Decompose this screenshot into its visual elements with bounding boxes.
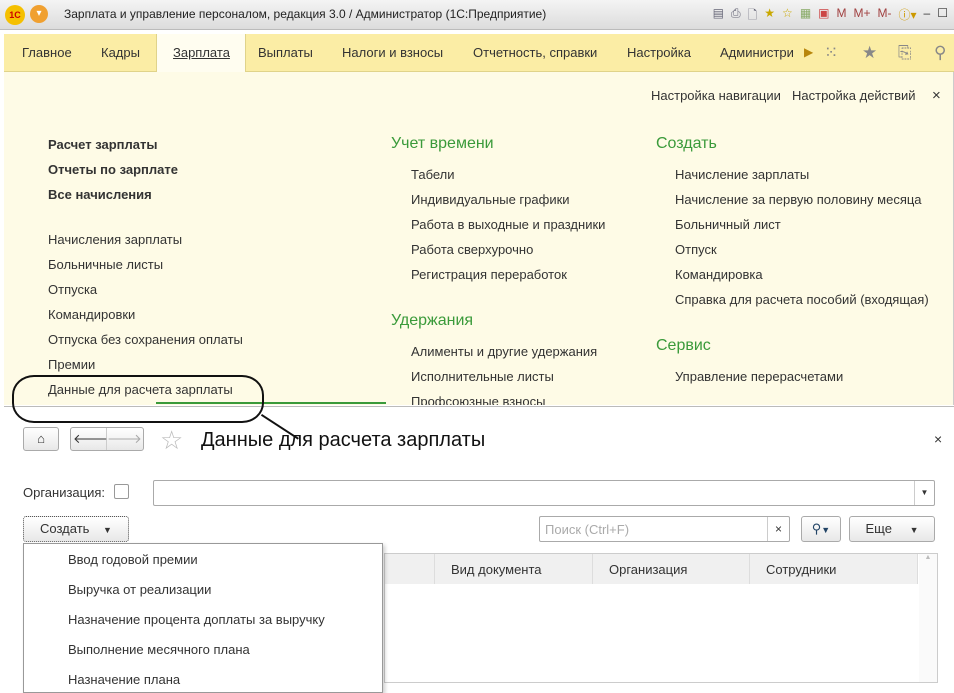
form-title: Данные для расчета зарплаты <box>201 429 486 451</box>
close-panel-icon[interactable]: × <box>932 87 941 104</box>
column-header-doc-type[interactable]: Вид документа <box>435 554 593 584</box>
link-bonuses[interactable]: Премии <box>48 357 95 372</box>
menu-item-payments[interactable]: Выплаты <box>258 45 313 60</box>
nav-settings-link[interactable]: Настройка навигации <box>651 88 781 103</box>
create-menu-item[interactable]: Назначение плана <box>68 672 180 687</box>
1c-logo: 1С <box>5 5 25 25</box>
menu-item-main[interactable]: Главное <box>22 45 72 60</box>
link-overtime[interactable]: Работа сверхурочно <box>411 242 533 257</box>
search-placeholder: Поиск (Ctrl+F) <box>545 522 630 537</box>
forward-button[interactable]: 🡒 <box>107 428 142 450</box>
close-form-icon[interactable]: × <box>934 431 942 447</box>
documents-table: Вид документа Организация Сотрудники ▲ <box>384 553 938 683</box>
create-heading: Создать <box>656 135 717 152</box>
link-accruals[interactable]: Начисления зарплаты <box>48 232 182 247</box>
column-header-employees[interactable]: Сотрудники <box>750 554 918 584</box>
list-form: ⌂ 🡐🡒 ☆ Данные для расчета зарплаты × Орг… <box>4 406 954 693</box>
link-create-half-month[interactable]: Начисление за первую половину месяца <box>675 192 922 207</box>
memory-mplus-button[interactable]: M+ <box>854 6 871 27</box>
menu-item-salary[interactable]: Зарплата <box>156 34 246 72</box>
print-icon[interactable]: ⎙ <box>731 6 741 27</box>
search-clear-button[interactable]: × <box>767 517 789 541</box>
save-icon[interactable]: ▤ <box>713 6 724 27</box>
link-sick-leaves[interactable]: Больничные листы <box>48 257 163 272</box>
all-functions-icon[interactable]: ⁙ <box>824 43 838 63</box>
link-schedules[interactable]: Индивидуальные графики <box>411 192 570 207</box>
memory-m-button[interactable]: M <box>837 6 847 27</box>
link-unpaid-leaves[interactable]: Отпуска без сохранения оплаты <box>48 332 243 347</box>
title-bar: 1С ▾ Зарплата и управление персоналом, р… <box>0 0 954 30</box>
more-button[interactable]: Еще ▼ <box>849 516 935 542</box>
window-title: Зарплата и управление персоналом, редакц… <box>64 7 547 21</box>
maximize-icon[interactable]: ☐ <box>937 6 948 27</box>
link-create-accrual[interactable]: Начисление зарплаты <box>675 167 809 182</box>
link-timesheets[interactable]: Табели <box>411 167 455 182</box>
calculator-icon[interactable]: ▦ <box>800 6 811 27</box>
title-toolbar: ▤ ⎙ 🗋 ★ ☆ ▦ ▣ M M+ M- ⓘ▾ – ☐ <box>713 6 948 27</box>
info-icon[interactable]: ⓘ▾ <box>899 6 917 27</box>
action-settings-link[interactable]: Настройка действий <box>792 88 916 103</box>
column-header-organization[interactable]: Организация <box>593 554 750 584</box>
nav-buttons: 🡐🡒 <box>70 427 144 451</box>
section-panel: Настройка навигации Настройка действий ×… <box>4 72 954 405</box>
search-input[interactable]: Поиск (Ctrl+F) × <box>539 516 790 542</box>
create-menu-item[interactable]: Ввод годовой премии <box>68 552 198 567</box>
more-label: Еще <box>865 521 892 536</box>
search-options-button[interactable]: ⚲▼ <box>801 516 841 542</box>
create-menu-item[interactable]: Выполнение месячного плана <box>68 642 250 657</box>
favorite-star-icon[interactable]: ☆ <box>160 425 183 456</box>
favorites-icon[interactable]: ☆ <box>782 6 793 27</box>
link-vacations[interactable]: Отпуска <box>48 282 97 297</box>
favorites-star-icon[interactable]: ★ <box>862 43 877 63</box>
create-button[interactable]: Создать ▼ <box>23 516 129 542</box>
sections-menu: Главное Кадры Зарплата Выплаты Налоги и … <box>4 34 954 72</box>
link-overwork[interactable]: Регистрация переработок <box>411 267 567 282</box>
link-salary-reports[interactable]: Отчеты по зарплате <box>48 162 178 177</box>
link-create-benefit-cert[interactable]: Справка для расчета пособий (входящая) <box>675 292 929 307</box>
menu-item-admin[interactable]: Администри <box>720 45 804 60</box>
time-heading: Учет времени <box>391 135 494 152</box>
menu-item-label: Зарплата <box>173 45 230 60</box>
calendar-icon[interactable]: ▣ <box>818 6 829 27</box>
link-all-accruals[interactable]: Все начисления <box>48 187 152 202</box>
link-recalculations[interactable]: Управление перерасчетами <box>675 369 843 384</box>
highlight-annotation-oval <box>12 375 264 423</box>
link-writs[interactable]: Исполнительные листы <box>411 369 554 384</box>
favorites-add-icon[interactable]: ★ <box>764 6 775 27</box>
link-create-vacation[interactable]: Отпуск <box>675 242 717 257</box>
table-scrollbar[interactable]: ▲ <box>919 554 937 682</box>
link-create-trip[interactable]: Командировка <box>675 267 763 282</box>
create-menu-item[interactable]: Назначение процента доплаты за выручку <box>68 612 325 627</box>
org-label: Организация: <box>23 485 106 500</box>
deductions-heading: Удержания <box>391 312 474 329</box>
menu-item-hr[interactable]: Кадры <box>101 45 140 60</box>
create-label: Создать <box>40 521 90 536</box>
home-button[interactable]: ⌂ <box>23 427 59 451</box>
link-create-sick-leave[interactable]: Больничный лист <box>675 217 781 232</box>
search-icon[interactable]: ⚲ <box>934 43 946 63</box>
create-dropdown-menu: Ввод годовой премии Выручка от реализаци… <box>23 543 383 693</box>
create-menu-item[interactable]: Выручка от реализации <box>68 582 211 597</box>
link-trips[interactable]: Командировки <box>48 307 135 322</box>
org-checkbox[interactable] <box>114 484 129 499</box>
link-holiday-work[interactable]: Работа в выходные и праздники <box>411 217 605 232</box>
menu-item-settings[interactable]: Настройка <box>627 45 691 60</box>
menu-item-taxes[interactable]: Налоги и взносы <box>342 45 443 60</box>
link-alimony[interactable]: Алименты и другие удержания <box>411 344 597 359</box>
minimize-icon[interactable]: – <box>924 6 931 27</box>
scroll-right-icon[interactable]: ▶ <box>804 45 813 59</box>
service-heading: Сервис <box>656 337 711 354</box>
main-menu-button[interactable]: ▾ <box>30 5 48 23</box>
history-icon[interactable]: ⎘ <box>898 43 912 63</box>
link-union-fees[interactable]: Профсоюзные взносы <box>411 394 545 405</box>
preview-icon[interactable]: 🗋 <box>748 6 758 27</box>
memory-mminus-button[interactable]: M- <box>878 6 892 27</box>
link-salary-calc[interactable]: Расчет зарплаты <box>48 137 157 152</box>
back-button[interactable]: 🡐 <box>73 428 108 450</box>
column-header-icon[interactable] <box>385 554 435 584</box>
org-dropdown-icon[interactable]: ▼ <box>914 481 934 505</box>
menu-item-reports[interactable]: Отчетность, справки <box>473 45 597 60</box>
org-field[interactable]: ▼ <box>153 480 935 506</box>
